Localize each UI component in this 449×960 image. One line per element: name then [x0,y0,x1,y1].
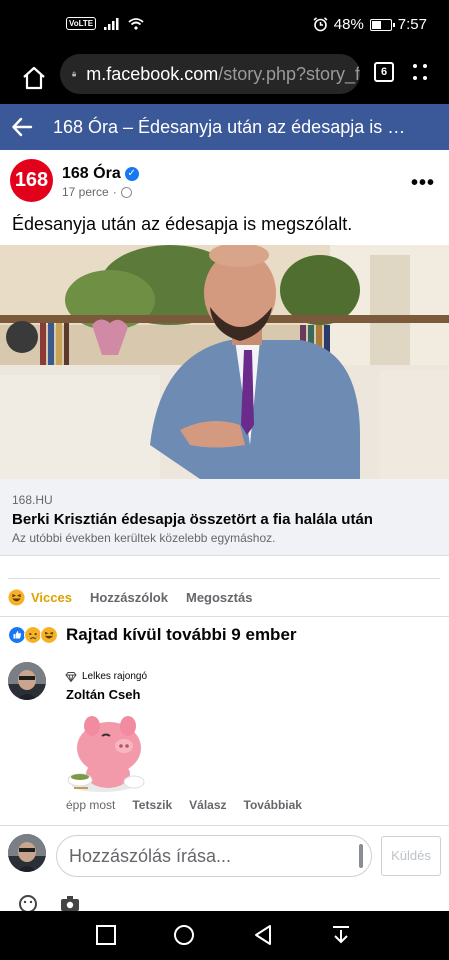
browser-toolbar: m.facebook.com/story.php?story_f 6 [0,52,449,104]
text-cursor [359,844,363,868]
comment-reply-button[interactable]: Válasz [189,798,226,812]
page-header: 168 Óra – Édesanyja után az édesapja is … [0,104,449,150]
send-button[interactable]: Küldés [381,836,441,876]
verified-icon: ✓ [124,167,139,181]
page-avatar[interactable]: 168 [10,159,53,202]
address-bar[interactable]: m.facebook.com/story.php?story_f [60,54,360,94]
signal-icon [104,17,119,30]
commenter-name[interactable]: Zoltán Cseh [66,687,140,702]
divider [0,825,449,826]
reactions-text: Rajtad kívül további 9 ember [66,625,297,644]
battery-icon [369,18,395,31]
home-nav-icon[interactable] [173,924,195,946]
comment-more-button[interactable]: Továbbiak [244,798,302,812]
comment-like-button[interactable]: Tetszik [132,798,172,812]
browser-menu-icon[interactable] [412,62,428,82]
badge-label: Lelkes rajongó [82,671,148,682]
battery-percent: 48% [333,16,364,33]
post-actions: Vicces Hozzászólok Megosztás [8,586,270,608]
divider [0,616,449,617]
alarm-icon [313,17,328,32]
reaction-button[interactable]: Vicces [8,588,72,606]
system-nav-bar [0,911,449,960]
post-meta: 17 perce · [62,185,132,199]
tab-switcher-button[interactable]: 6 [374,62,394,82]
battery-fill [371,20,382,29]
link-title: Berki Krisztián édesapja összetört a fia… [12,511,373,528]
page-name-row: 168 Óra ✓ [62,165,139,183]
post-time[interactable]: 17 perce [62,185,109,199]
comment-actions: épp most Tetszik Válasz Továbbiak [66,798,302,812]
status-bar: VoLTE 48% 7:57 [0,0,449,52]
link-description: Az utóbbi években kerültek közelebb egym… [12,531,276,545]
share-button[interactable]: Megosztás [186,590,252,605]
comment-input-placeholder: Hozzászólás írása... [69,845,232,866]
reactions-summary[interactable]: Rajtad kívül további 9 ember [8,624,297,646]
status-right: 48% 7:57 [313,16,427,33]
composer-tools [18,894,80,912]
clock: 7:57 [397,16,427,33]
comment-input[interactable]: Hozzászólás írása... [56,835,372,877]
comment-item: Lelkes rajongó Zoltán Cseh épp most Tets… [8,660,438,820]
home-icon[interactable] [20,64,48,92]
commenter-avatar[interactable] [8,662,46,700]
post-image[interactable] [0,245,449,479]
wifi-icon [128,17,144,30]
notification-pull-icon[interactable] [330,924,352,946]
lock-icon [72,71,76,77]
camera-icon[interactable] [60,894,80,912]
haha-icon [8,588,25,606]
link-preview[interactable]: 168.HU Berki Krisztián édesapja összetör… [0,479,449,556]
reaction-label: Vicces [31,589,72,605]
emoji-icon[interactable] [18,894,38,912]
back-nav-icon[interactable] [252,924,274,946]
recents-icon[interactable] [95,924,117,946]
comment-button[interactable]: Hozzászólok [90,590,168,605]
globe-icon [120,186,132,198]
url-host: m.facebook.com [86,63,219,84]
divider [8,578,440,579]
meta-separator: · [112,185,117,199]
url-path: /story.php?story_f [218,63,360,84]
user-avatar [8,834,46,872]
diamond-icon [65,671,77,682]
page-name[interactable]: 168 Óra [62,165,121,183]
post-text: Édesanyja után az édesapja is megszólalt… [12,214,353,234]
back-arrow-icon[interactable] [11,116,33,138]
haha-icon [40,626,58,644]
pig-sticker-image [67,716,145,792]
fan-badge: Lelkes rajongó [65,671,147,682]
link-domain: 168.HU [12,493,53,507]
comment-time: épp most [66,798,116,812]
page-title: 168 Óra – Édesanyja után az édesapja is … [53,116,406,137]
volte-indicator: VoLTE [66,17,97,30]
post-options-icon[interactable]: ••• [411,172,435,195]
post-header: 168 168 Óra ✓ 17 perce · ••• [0,150,449,208]
status-left: VoLTE [66,17,144,30]
